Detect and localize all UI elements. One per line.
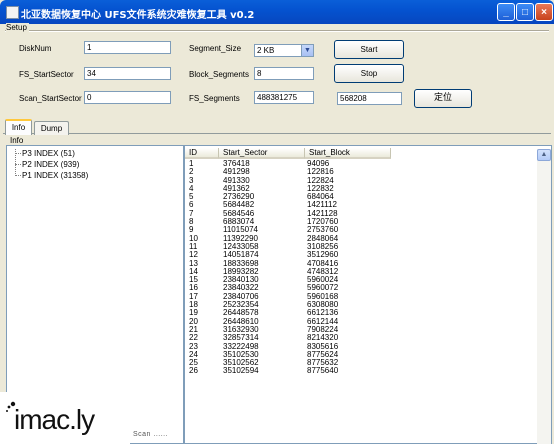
tree-connector xyxy=(15,164,21,165)
chevron-down-icon[interactable]: ▼ xyxy=(301,45,313,56)
fs-segments-field[interactable]: 488381275 xyxy=(254,91,314,104)
tab-dump[interactable]: Dump xyxy=(34,121,69,135)
scan-startsector-label: Scan_StartSector xyxy=(19,94,82,103)
watermark-text: imac.ly xyxy=(14,404,95,435)
segment-size-select[interactable]: 2 KB ▼ xyxy=(254,44,314,57)
locate-field[interactable]: 568208 xyxy=(337,92,402,105)
setup-group-label: Setup xyxy=(6,23,29,32)
setup-group-border xyxy=(5,30,549,32)
fs-startsector-field[interactable]: 34 xyxy=(84,67,171,80)
maximize-button[interactable]: □ xyxy=(516,3,534,21)
tab-strip-border xyxy=(3,133,551,134)
tree-connector xyxy=(15,175,21,176)
tree-connector xyxy=(15,153,21,154)
stop-button[interactable]: Stop xyxy=(334,64,404,83)
scan-startsector-field[interactable]: 0 xyxy=(84,91,171,104)
disknum-field[interactable]: 1 xyxy=(84,41,171,54)
title-bar: 北亚数据恢复中心 UFS文件系统灾难恢复工具 v0.2 _ □ × xyxy=(0,0,554,24)
segment-size-value: 2 KB xyxy=(257,46,275,55)
cell-id: 26 xyxy=(189,366,198,376)
watermark: imac.ly xyxy=(0,392,130,444)
segment-size-label: Segment_Size xyxy=(189,44,242,53)
fs-startsector-label: FS_StartSector xyxy=(19,70,74,79)
cell-start-sector: 35102594 xyxy=(223,366,259,376)
tree-item-p3-index[interactable]: P3 INDEX (51) xyxy=(22,149,75,158)
disknum-label: DiskNum xyxy=(19,44,52,53)
column-header-start-sector[interactable]: Start_Sector xyxy=(219,148,305,159)
app-icon xyxy=(6,6,19,19)
fs-segments-label: FS_Segments xyxy=(189,94,240,103)
tab-info[interactable]: Info xyxy=(5,119,32,135)
tree-item-p2-index[interactable]: P2 INDEX (939) xyxy=(22,160,79,169)
block-segments-label: Block_Segments xyxy=(189,70,250,79)
scroll-up-icon[interactable]: ▲ xyxy=(537,149,551,161)
cell-start-block: 8775640 xyxy=(307,366,339,376)
start-button[interactable]: Start xyxy=(334,40,404,59)
minimize-button[interactable]: _ xyxy=(497,3,515,21)
column-header-start-block[interactable]: Start_Block xyxy=(305,148,391,159)
close-button[interactable]: × xyxy=(535,3,553,21)
block-segments-field[interactable]: 8 xyxy=(254,67,314,80)
info-group-label: Info xyxy=(10,136,24,145)
window-title: 北亚数据恢复中心 UFS文件系统灾难恢复工具 v0.2 xyxy=(21,10,255,21)
status-text: Scan ...... xyxy=(133,431,169,438)
column-header-id[interactable]: ID xyxy=(185,148,219,159)
sector-list[interactable]: ID Start_Sector Start_Block 1 376418 94096… xyxy=(184,145,552,444)
list-scrollbar[interactable]: ▲ xyxy=(537,149,551,444)
locate-button[interactable]: 定位 xyxy=(414,89,472,108)
tree-item-p1-index[interactable]: P1 INDEX (31358) xyxy=(22,171,88,180)
